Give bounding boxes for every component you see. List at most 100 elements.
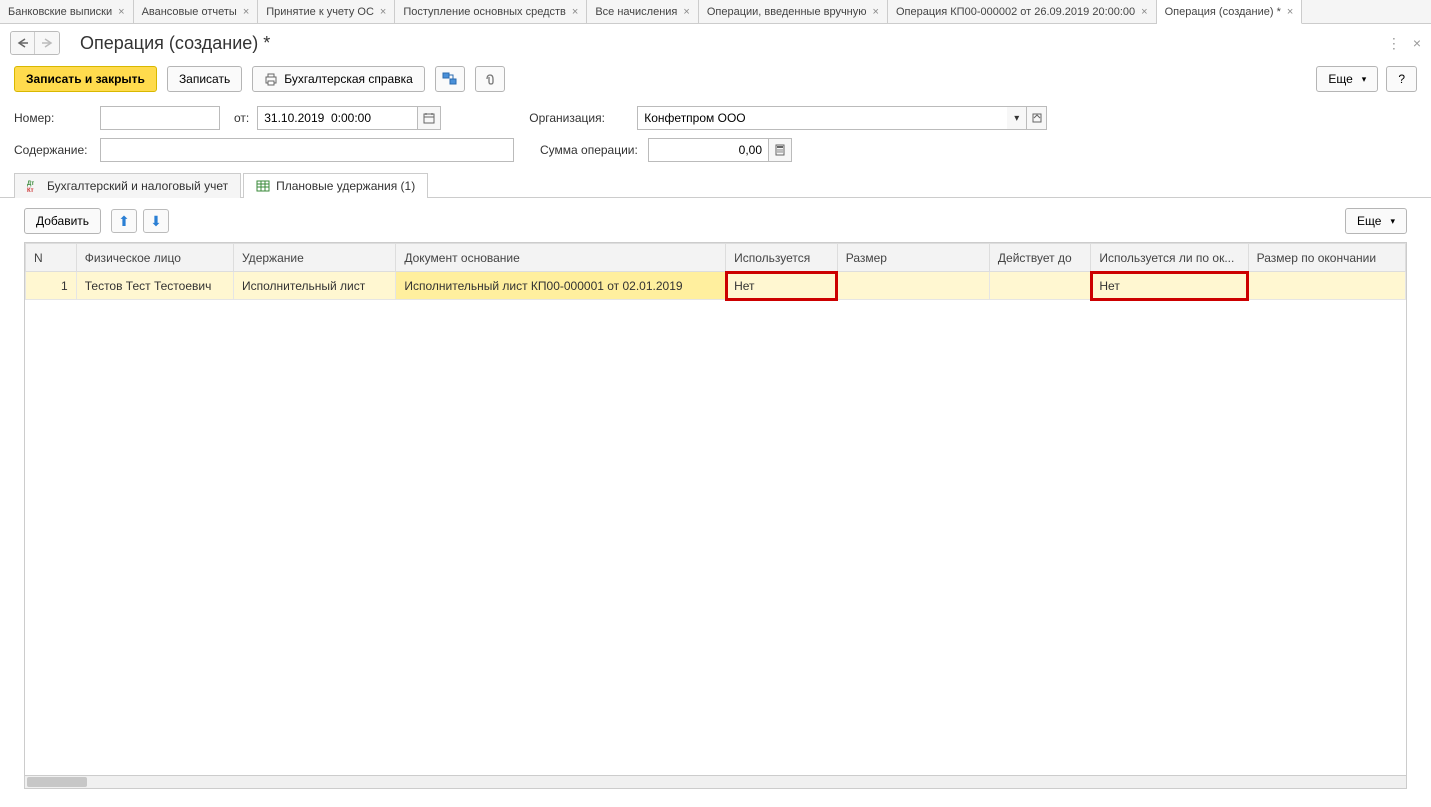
app-tab-2[interactable]: Принятие к учету ОС × bbox=[258, 0, 395, 23]
nav-back-button[interactable] bbox=[11, 32, 35, 54]
tab-planned[interactable]: Плановые удержания (1) bbox=[243, 173, 428, 198]
svg-text:Дт: Дт bbox=[27, 181, 34, 187]
cell-sizeend[interactable] bbox=[1248, 272, 1405, 300]
app-tab-label: Операция КП00-000002 от 26.09.2019 20:00… bbox=[896, 6, 1135, 18]
title-row: Операция (создание) * ⋮ × bbox=[0, 24, 1431, 62]
button-label: Бухгалтерская справка bbox=[284, 72, 413, 86]
button-label: Еще bbox=[1357, 214, 1381, 228]
app-tab-0[interactable]: Банковские выписки × bbox=[0, 0, 134, 23]
col-used[interactable]: Используется bbox=[726, 244, 838, 272]
date-input[interactable] bbox=[257, 106, 417, 130]
title-right: ⋮ × bbox=[1387, 35, 1421, 52]
col-n[interactable]: N bbox=[26, 244, 77, 272]
cell-person[interactable]: Тестов Тест Тестоевич bbox=[76, 272, 233, 300]
number-input[interactable] bbox=[100, 106, 220, 130]
more-button[interactable]: Еще▾ bbox=[1316, 66, 1378, 92]
calculator-icon bbox=[775, 144, 785, 156]
scrollbar-thumb[interactable] bbox=[27, 777, 87, 787]
table-more-button[interactable]: Еще ▾ bbox=[1345, 208, 1407, 234]
date-field bbox=[257, 106, 441, 130]
cell-doc[interactable]: Исполнительный лист КП00-000001 от 02.01… bbox=[396, 272, 726, 300]
save-button[interactable]: Записать bbox=[167, 66, 242, 92]
content-input[interactable] bbox=[100, 138, 514, 162]
number-label: Номер: bbox=[14, 111, 92, 125]
close-icon[interactable]: × bbox=[683, 6, 689, 18]
app-tab-label: Поступление основных средств bbox=[403, 6, 566, 18]
col-uder[interactable]: Удержание bbox=[234, 244, 396, 272]
table-toolbar: Добавить ⬆ ⬇ Еще ▾ bbox=[0, 198, 1431, 242]
calendar-button[interactable] bbox=[417, 106, 441, 130]
cell-uder[interactable]: Исполнительный лист bbox=[234, 272, 396, 300]
page-title: Операция (создание) * bbox=[80, 33, 270, 54]
app-tab-6[interactable]: Операция КП00-000002 от 26.09.2019 20:00… bbox=[888, 0, 1157, 23]
col-person[interactable]: Физическое лицо bbox=[76, 244, 233, 272]
cell-used[interactable]: Нет bbox=[726, 272, 838, 300]
button-label: ? bbox=[1398, 72, 1405, 86]
close-icon[interactable]: × bbox=[873, 6, 879, 18]
tab-label: Бухгалтерский и налоговый учет bbox=[47, 179, 228, 193]
attach-button[interactable] bbox=[475, 66, 505, 92]
table-header-row: N Физическое лицо Удержание Документ осн… bbox=[26, 244, 1406, 272]
kebab-icon[interactable]: ⋮ bbox=[1387, 35, 1401, 52]
app-tab-3[interactable]: Поступление основных средств × bbox=[395, 0, 587, 23]
nav-buttons bbox=[10, 31, 60, 55]
cell-size[interactable] bbox=[837, 272, 989, 300]
arrow-left-icon bbox=[17, 38, 29, 48]
accounting-report-button[interactable]: Бухгалтерская справка bbox=[252, 66, 425, 92]
col-until[interactable]: Действует до bbox=[989, 244, 1090, 272]
save-close-button[interactable]: Записать и закрыть bbox=[14, 66, 157, 92]
org-input[interactable] bbox=[637, 106, 1007, 130]
close-icon[interactable]: × bbox=[572, 6, 578, 18]
horizontal-scrollbar[interactable] bbox=[24, 775, 1407, 789]
chevron-down-icon: ▾ bbox=[1390, 216, 1395, 227]
org-open-button[interactable] bbox=[1027, 106, 1047, 130]
app-tab-7[interactable]: Операция (создание) *× bbox=[1157, 0, 1303, 24]
calculator-button[interactable] bbox=[768, 138, 792, 162]
button-label: Записать bbox=[179, 72, 230, 86]
deductions-table: N Физическое лицо Удержание Документ осн… bbox=[25, 243, 1406, 300]
table-row[interactable]: 1 Тестов Тест Тестоевич Исполнительный л… bbox=[26, 272, 1406, 300]
close-icon[interactable]: × bbox=[243, 6, 249, 18]
form-row-1: Номер: от: Организация: ▾ bbox=[0, 102, 1431, 134]
button-label: Записать и закрыть bbox=[26, 72, 145, 86]
close-icon[interactable]: × bbox=[118, 6, 124, 18]
nav-forward-button[interactable] bbox=[35, 32, 59, 54]
svg-text:Кт: Кт bbox=[27, 188, 34, 192]
calendar-icon bbox=[423, 112, 435, 124]
sum-label: Сумма операции: bbox=[540, 143, 640, 157]
tab-accounting[interactable]: ДтКт Бухгалтерский и налоговый учет bbox=[14, 173, 241, 198]
app-tab-4[interactable]: Все начисления× bbox=[587, 0, 699, 23]
org-dropdown-button[interactable]: ▾ bbox=[1007, 106, 1027, 130]
org-field: ▾ bbox=[637, 106, 1047, 130]
cell-n[interactable]: 1 bbox=[26, 272, 77, 300]
app-tab-label: Операции, введенные вручную bbox=[707, 6, 867, 18]
org-label: Организация: bbox=[529, 111, 629, 125]
close-icon[interactable]: × bbox=[380, 6, 386, 18]
sum-input[interactable] bbox=[648, 138, 768, 162]
app-tab-5[interactable]: Операции, введенные вручную × bbox=[699, 0, 888, 23]
close-icon[interactable]: × bbox=[1413, 35, 1421, 51]
registers-button[interactable] bbox=[435, 66, 465, 92]
open-icon bbox=[1032, 113, 1042, 123]
help-button[interactable]: ? bbox=[1386, 66, 1417, 92]
chevron-down-icon: ▾ bbox=[1014, 113, 1019, 124]
close-icon[interactable]: × bbox=[1287, 6, 1293, 18]
paperclip-icon bbox=[483, 72, 497, 86]
cell-usedend[interactable]: Нет bbox=[1091, 272, 1248, 300]
col-sizeend[interactable]: Размер по окончании bbox=[1248, 244, 1405, 272]
add-button[interactable]: Добавить bbox=[24, 208, 101, 234]
cell-until[interactable] bbox=[989, 272, 1090, 300]
app-tabs-bar: Банковские выписки × Авансовые отчеты× Пр… bbox=[0, 0, 1431, 24]
app-tab-label: Принятие к учету ОС bbox=[266, 6, 374, 18]
app-tab-label: Банковские выписки bbox=[8, 6, 112, 18]
close-icon[interactable]: × bbox=[1141, 6, 1147, 18]
move-up-button[interactable]: ⬆ bbox=[111, 209, 137, 233]
app-tab-1[interactable]: Авансовые отчеты× bbox=[134, 0, 259, 23]
section-tabs: ДтКт Бухгалтерский и налоговый учет План… bbox=[0, 172, 1431, 198]
col-doc[interactable]: Документ основание bbox=[396, 244, 726, 272]
dtkt-icon: ДтКт bbox=[27, 180, 41, 192]
col-usedend[interactable]: Используется ли по ок... bbox=[1091, 244, 1248, 272]
move-down-button[interactable]: ⬇ bbox=[143, 209, 169, 233]
col-size[interactable]: Размер bbox=[837, 244, 989, 272]
content-label: Содержание: bbox=[14, 143, 92, 157]
